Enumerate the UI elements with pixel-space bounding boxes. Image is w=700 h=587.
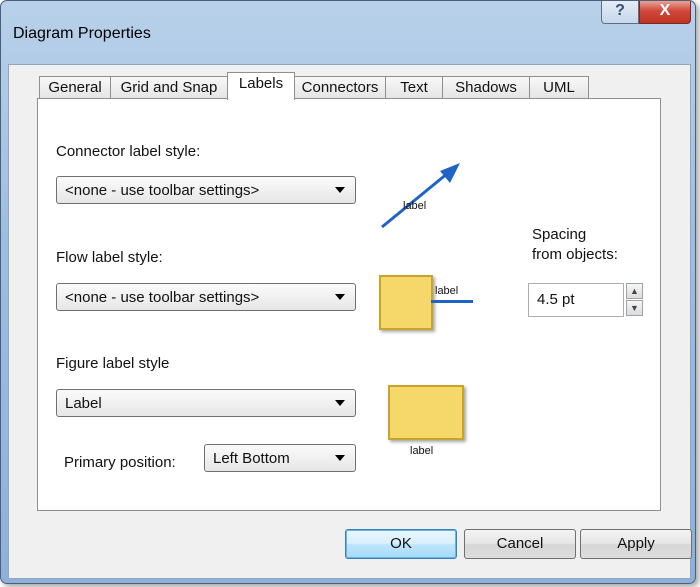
tab-labels[interactable]: Labels: [227, 72, 295, 100]
help-icon: ?: [615, 2, 625, 19]
spin-down-button[interactable]: ▼: [626, 300, 643, 316]
window-title: Diagram Properties: [13, 25, 151, 42]
tab-shadows[interactable]: Shadows: [442, 76, 530, 99]
ok-button[interactable]: OK: [345, 529, 457, 559]
arrow-down-icon: ▼: [630, 303, 639, 313]
primary-position-value: Left Bottom: [213, 450, 290, 467]
chevron-down-icon: [335, 294, 345, 300]
figure-label-style-label: Figure label style: [56, 355, 170, 372]
flow-preview-line: [431, 300, 473, 303]
spacing-label-line2: from objects:: [532, 246, 618, 263]
dialog-client-area: General Grid and Snap Labels Connectors …: [8, 64, 692, 579]
flow-label-style-select[interactable]: <none - use toolbar settings>: [56, 283, 356, 311]
close-button[interactable]: X: [639, 1, 691, 24]
tab-uml[interactable]: UML: [529, 76, 589, 99]
help-button[interactable]: ?: [601, 1, 639, 24]
spacing-value: 4.5 pt: [537, 291, 575, 308]
primary-position-label: Primary position:: [64, 454, 176, 471]
arrow-up-icon: ▲: [630, 286, 639, 296]
figure-preview-label: label: [410, 445, 434, 457]
figure-preview-box: [388, 385, 464, 440]
spacing-input[interactable]: 4.5 pt: [528, 283, 624, 317]
primary-position-select[interactable]: Left Bottom: [204, 444, 356, 472]
tab-connectors[interactable]: Connectors: [294, 76, 386, 99]
apply-button[interactable]: Apply: [580, 529, 692, 559]
flow-label-style-label: Flow label style:: [56, 249, 163, 266]
tab-general[interactable]: General: [39, 76, 111, 99]
close-icon: X: [659, 2, 671, 19]
flow-preview-label: label: [435, 285, 459, 297]
tab-text[interactable]: Text: [385, 76, 443, 99]
spin-up-button[interactable]: ▲: [626, 283, 643, 299]
chevron-down-icon: [335, 187, 345, 193]
figure-label-style-select[interactable]: Label: [56, 389, 356, 417]
flow-preview-box: [379, 275, 433, 330]
figure-label-style-value: Label: [65, 395, 102, 412]
cancel-button[interactable]: Cancel: [464, 529, 576, 559]
connector-label-style-select[interactable]: <none - use toolbar settings>: [56, 176, 356, 204]
connector-preview-label: label: [403, 200, 427, 212]
spacing-label-line1: Spacing: [532, 226, 587, 243]
spacing-spinner: ▲ ▼: [626, 283, 643, 317]
labels-tab-panel: Connector label style: <none - use toolb…: [37, 98, 661, 511]
chevron-down-icon: [335, 455, 345, 461]
connector-label-style-label: Connector label style:: [56, 143, 201, 160]
chevron-down-icon: [335, 400, 345, 406]
flow-label-style-value: <none - use toolbar settings>: [65, 289, 260, 306]
connector-label-style-value: <none - use toolbar settings>: [65, 182, 260, 199]
tab-grid-and-snap[interactable]: Grid and Snap: [110, 76, 228, 99]
arrow-head-icon: [440, 163, 460, 183]
connector-preview: [381, 163, 460, 229]
